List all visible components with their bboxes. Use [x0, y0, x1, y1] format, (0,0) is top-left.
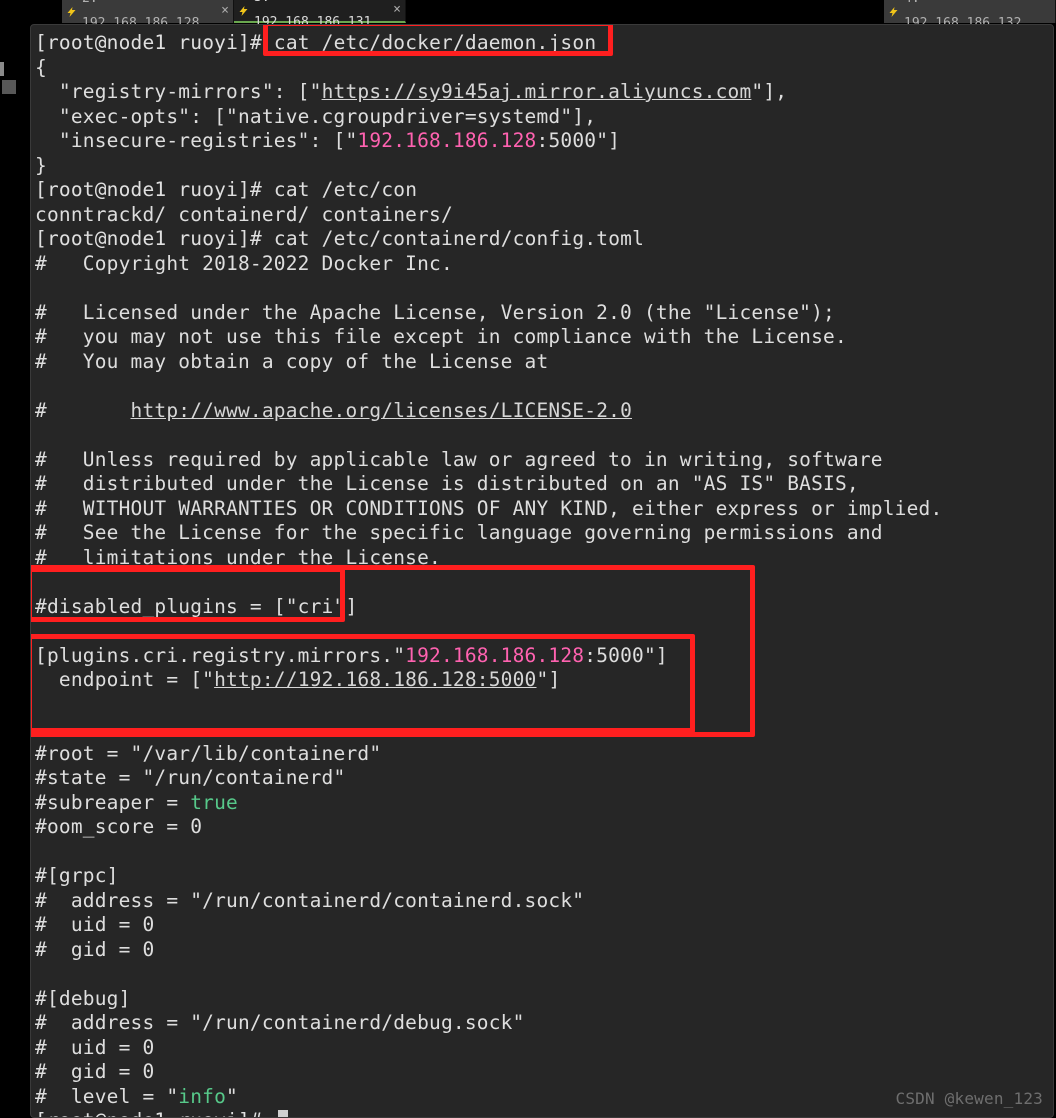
cmd-cat-toml: cat /etc/containerd/config.toml [274, 227, 644, 250]
bolt-icon [238, 5, 250, 17]
disabled-plugins-line: #disabled_plugins = ["cri"] [35, 595, 357, 618]
tabbar-left-spacer [0, 0, 62, 23]
cursor [278, 1110, 288, 1118]
left-gutter [0, 24, 28, 1118]
tab-session-1[interactable]: 2. 192.168.186.128 × [62, 0, 234, 23]
gutter-mark [0, 62, 4, 76]
watermark: CSDN @kewen_123 [896, 1087, 1044, 1112]
close-icon[interactable]: × [393, 0, 401, 23]
cmd-cat-daemon: cat /etc/docker/daemon.json [274, 31, 596, 54]
tab-bar: 2. 192.168.186.128 × 3. 192.168.186.131 … [0, 0, 1056, 24]
terminal-output: [root@node1 ruoyi]# cat /etc/docker/daem… [31, 25, 1053, 1118]
tab-session-3[interactable]: 4. 192.168.186.132 [884, 0, 1056, 23]
terminal[interactable]: [root@node1 ruoyi]# cat /etc/docker/daem… [30, 24, 1054, 1118]
tab-session-2[interactable]: 3. 192.168.186.131 × [234, 0, 406, 23]
close-icon[interactable]: × [221, 0, 229, 24]
gutter-box [2, 80, 16, 94]
bolt-icon [66, 6, 78, 18]
cmd-cat-con: cat /etc/con [274, 178, 417, 201]
bolt-icon [888, 6, 900, 18]
work-area: [root@node1 ruoyi]# cat /etc/docker/daem… [0, 24, 1056, 1118]
